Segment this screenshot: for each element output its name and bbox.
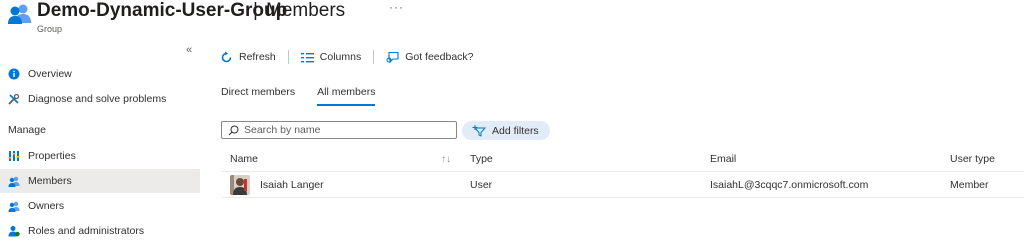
sidebar-item-label: Members [28,175,72,187]
sidebar-section-manage: Manage [8,124,46,136]
column-header-name[interactable]: Name [230,146,258,172]
toolbar-divider [373,50,375,64]
sidebar-item-label: Owners [28,200,65,212]
member-name-cell[interactable]: Isaiah Langer [230,172,324,198]
sidebar-item-label: Roles and administrators [28,225,145,237]
more-options-icon[interactable]: ··· [389,0,404,14]
search-input[interactable]: Search by name [221,121,457,139]
column-header-user-type[interactable]: User type [950,146,995,172]
feedback-button[interactable]: Got feedback? [386,51,474,64]
toolbar-divider [287,50,289,64]
sidebar-item-label: Properties [28,150,76,162]
columns-icon [300,52,314,63]
sidebar-item-properties[interactable]: Properties [0,144,200,168]
sidebar-item-label: Overview [28,68,72,80]
roles-icon [8,225,20,237]
tab-all-members[interactable]: All members [317,86,376,106]
title-separator: | [253,0,258,21]
page-title: Demo-Dynamic-User-Group [37,0,288,21]
member-name: Isaiah Langer [260,179,324,191]
search-placeholder: Search by name [244,124,321,136]
column-header-email[interactable]: Email [710,146,736,172]
refresh-icon [220,51,233,64]
feedback-label: Got feedback? [405,51,474,63]
properties-icon [8,150,20,162]
collapse-sidebar-button[interactable]: « [186,44,192,56]
member-tabs: Direct members All members [221,86,397,106]
wrench-icon [8,93,20,105]
add-filters-button[interactable]: Add filters [462,121,550,140]
member-email: IsaiahL@3cqqc7.onmicrosoft.com [710,179,869,191]
members-icon [8,175,20,187]
page-header: Demo-Dynamic-User-Group | Members ··· Gr… [0,0,1024,40]
command-bar: Refresh Columns Got feedback? [220,47,474,67]
members-table: Name ↑↓ Type Email User type Isaiah Lang… [221,146,1024,198]
sidebar-item-overview[interactable]: Overview [0,62,200,86]
sidebar-item-members[interactable]: Members [0,169,200,193]
add-filters-label: Add filters [492,124,539,137]
search-icon [228,125,239,136]
sort-icon[interactable]: ↑↓ [441,146,451,172]
sidebar-item-label: Diagnose and solve problems [28,93,167,105]
member-type: User [470,179,493,191]
sidebar-item-owners[interactable]: Owners [0,194,200,218]
sidebar: « Overview Diagnose and solve problems M… [0,40,202,242]
sidebar-item-roles[interactable]: Roles and administrators [0,219,200,242]
table-header: Name ↑↓ Type Email User type [221,146,1024,172]
columns-label: Columns [319,51,362,63]
info-icon [8,68,20,80]
page-section-title: Members [266,0,346,21]
refresh-button[interactable]: Refresh [220,51,276,64]
filter-icon [472,124,486,137]
refresh-label: Refresh [239,51,276,63]
member-user-type: Member [950,179,989,191]
column-header-type[interactable]: Type [470,146,493,172]
table-row[interactable]: Isaiah Langer User IsaiahL@3cqqc7.onmicr… [221,172,1024,198]
sidebar-item-diagnose[interactable]: Diagnose and solve problems [0,87,200,111]
columns-button[interactable]: Columns [300,51,362,63]
avatar [230,175,250,195]
owners-icon [8,200,20,212]
page-subtitle: Group [37,24,63,34]
feedback-icon [386,51,399,64]
group-icon [7,3,33,25]
tab-direct-members[interactable]: Direct members [221,86,295,106]
